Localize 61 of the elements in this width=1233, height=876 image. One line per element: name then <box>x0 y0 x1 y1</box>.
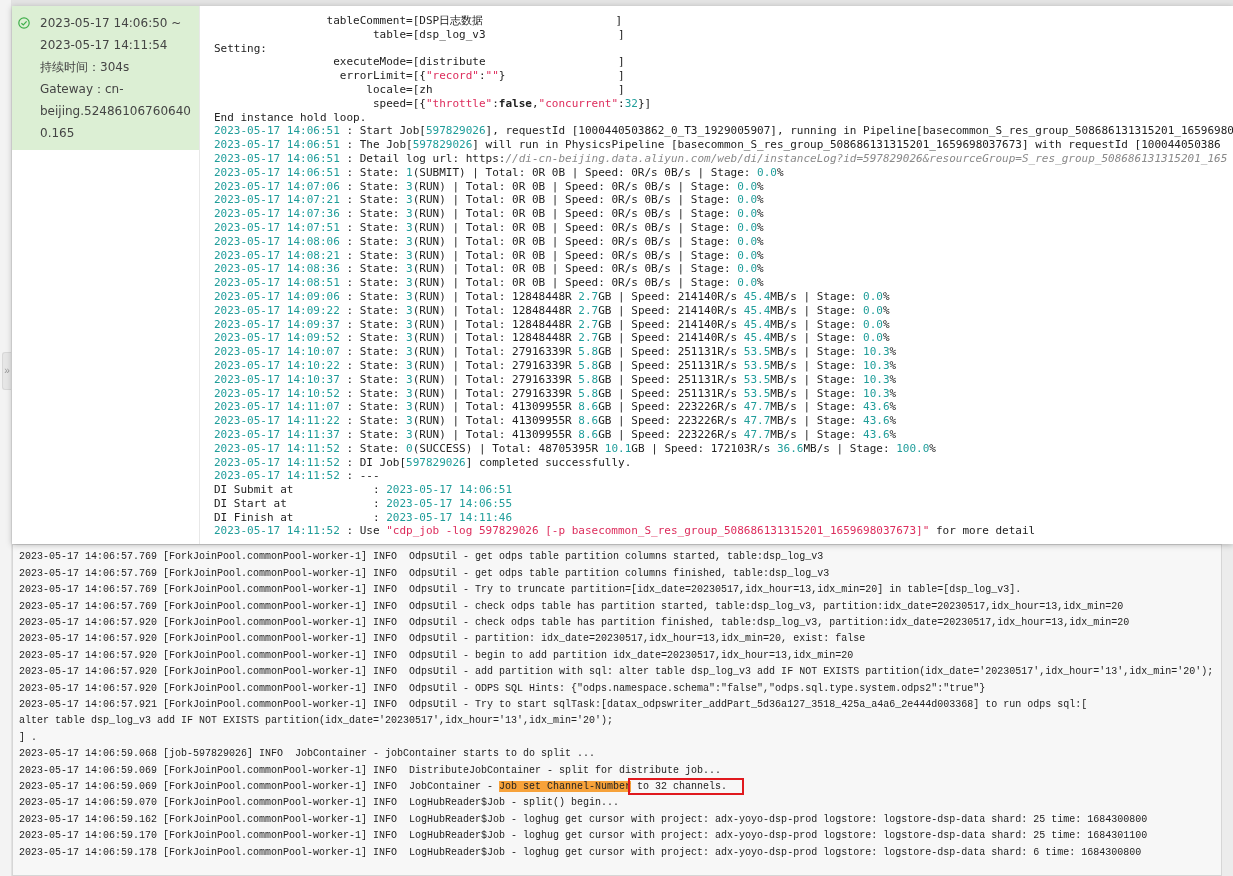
log-line: 2023-05-17 14:06:57.920 [ForkJoinPool.commonPool-worker-1] INFO OdpsUtil - ODPS SQL Hints: {"odps.namespace.schema":"false","odps.sql.type.system.odps2":"true"} <box>19 681 986 696</box>
log-line: 2023-05-17 14:06:57.920 [ForkJoinPool.commonPool-worker-1] INFO OdpsUtil - check odps table has partition finished, table:dsp_log_v3, partition:idx_date=20230517,idx_hour=13,idx_min=20 <box>19 615 1130 630</box>
log-line: DI Finish at : 2023-05-17 14:11:46 <box>214 510 513 525</box>
log-line: 2023-05-17 14:06:59.068 [job-597829026] INFO JobContainer - jobContainer starts to do split ... <box>19 747 596 762</box>
log-line: 2023-05-17 14:06:57.769 [ForkJoinPool.commonPool-worker-1] INFO OdpsUtil - get odps table partition columns finished, table:dsp_log_v3 <box>19 566 830 581</box>
log-line: End instance hold loop. <box>214 110 367 125</box>
log-line: 2023-05-17 14:06:59.069 [ForkJoinPool.commonPool-worker-1] INFO JobContainer - Job set Channel-Number to 32 channels. <box>19 778 742 796</box>
log-line: 2023-05-17 14:06:51 : Detail log url: https://di-cn-beijing.data.aliyun.com/web/di/instanceLog?id=597829026&resourceGroup=S_res_group_508686131315201_165 <box>214 151 1228 166</box>
log-line: 2023-05-17 14:10:22 : State: 3(RUN) | Total: 27916339R 5.8GB | Speed: 251131R/s 53.5MB/s | Stage: 10.3% <box>214 358 897 373</box>
log-line: alter table dsp_log_v3 add IF NOT EXISTS partition(idx_date='20230517',idx_hour='13',idx_min='20'); <box>19 714 614 729</box>
run-card[interactable]: 2023-05-17 14:06:50 ~ 2023-05-17 14:11:54 持续时间：304s Gateway：cn-beijing.524861067606400.165 <box>12 6 199 150</box>
log-line: 2023-05-17 14:06:57.769 [ForkJoinPool.commonPool-worker-1] INFO OdpsUtil - get odps table partition columns started, table:dsp_log_v3 <box>19 550 824 565</box>
log-line: 2023-05-17 14:06:59.070 [ForkJoinPool.commonPool-worker-1] INFO LogHubReader$Job - split() begin... <box>19 796 620 811</box>
log-line: locale=[zh ] <box>365 83 625 97</box>
log-line: ] . <box>19 730 37 745</box>
log-line: speed=[{"throttle":false,"concurrent":32}] <box>371 96 652 111</box>
log-line: 2023-05-17 14:06:51 : State: 1(SUBMIT) | Total: 0R 0B | Speed: 0R/s 0B/s | Stage: 0.0% <box>214 165 784 180</box>
log-line: 2023-05-17 14:06:59.170 [ForkJoinPool.commonPool-worker-1] INFO LogHubReader$Job - loghug get cursor with project: adx-yoyo-dsp-prod logstore: logstore-dsp-data shard: 25 time: 1684301100 <box>19 829 1148 844</box>
log-line: 2023-05-17 14:08:21 : State: 3(RUN) | Total: 0R 0B | Speed: 0R/s 0B/s | Stage: 0.0% <box>214 248 764 263</box>
log-line: 2023-05-17 14:10:52 : State: 3(RUN) | Total: 27916339R 5.8GB | Speed: 251131R/s 53.5MB/s | Stage: 10.3% <box>214 386 897 401</box>
log-line: 2023-05-17 14:07:36 : State: 3(RUN) | Total: 0R 0B | Speed: 0R/s 0B/s | Stage: 0.0% <box>214 207 764 221</box>
log-line: executeMode=[distribute ] <box>332 55 625 70</box>
log-line: 2023-05-17 14:06:57.769 [ForkJoinPool.commonPool-worker-1] INFO OdpsUtil - check odps table has partition started, table:dsp_log_v3, partition:idx_date=20230517,idx_hour=13,idx_min=20 <box>19 599 1124 614</box>
log-line: DI Submit at : 2023-05-17 14:06:51 <box>214 483 513 497</box>
log-line: 2023-05-17 14:07:21 : State: 3(RUN) | Total: 0R 0B | Speed: 0R/s 0B/s | Stage: 0.0% <box>214 193 764 208</box>
log-line: 2023-05-17 14:08:51 : State: 3(RUN) | Total: 0R 0B | Speed: 0R/s 0B/s | Stage: 0.0% <box>214 276 764 290</box>
log-line: 2023-05-17 14:08:06 : State: 3(RUN) | Total: 0R 0B | Speed: 0R/s 0B/s | Stage: 0.0% <box>214 234 764 249</box>
log-line: 2023-05-17 14:09:22 : State: 3(RUN) | Total: 12848448R 2.7GB | Speed: 214140R/s 45.4MB/s | Stage: 0.0% <box>214 303 890 318</box>
log-line: 2023-05-17 14:11:52 : State: 0(SUCCESS) | Total: 48705395R 10.1GB | Speed: 172103R/s 36.6MB/s | Stage: 100.0% <box>214 441 936 456</box>
log-line: 2023-05-17 14:06:57.920 [ForkJoinPool.commonPool-worker-1] INFO OdpsUtil - begin to add partition idx_date=20230517,idx_hour=13,idx_min=20 <box>19 648 854 663</box>
log-line: 2023-05-17 14:09:52 : State: 3(RUN) | Total: 12848448R 2.7GB | Speed: 214140R/s 45.4MB/s | Stage: 0.0% <box>214 331 890 346</box>
log-line: 2023-05-17 14:10:07 : State: 3(RUN) | Total: 27916339R 5.8GB | Speed: 251131R/s 53.5MB/s | Stage: 10.3% <box>214 345 897 359</box>
log-line: 2023-05-17 14:07:06 : State: 3(RUN) | Total: 0R 0B | Speed: 0R/s 0B/s | Stage: 0.0% <box>214 179 764 194</box>
gateway: Gateway：cn-beijing.524861067606400.165 <box>40 81 192 142</box>
log-line: table=[dsp_log_v3 ] <box>371 27 625 42</box>
log-line: 2023-05-17 14:06:51 : Start Job[597829026], requestId [1000440503862_0_T3_1929005907], running in Pipeline[basecommon_S_res_group_508686131315201_16596980 <box>214 124 1233 139</box>
log-line: 2023-05-17 14:11:07 : State: 3(RUN) | Total: 41309955R 8.6GB | Speed: 223226R/s 47.7MB/s | Stage: 43.6% <box>214 400 897 415</box>
log-line: 2023-05-17 14:11:52 : DI Job[597829026] completed successfully. <box>214 455 632 470</box>
log-line: 2023-05-17 14:09:06 : State: 3(RUN) | Total: 12848448R 2.7GB | Speed: 214140R/s 45.4MB/s | Stage: 0.0% <box>214 289 890 304</box>
log-line: DI Start at : 2023-05-17 14:06:55 <box>214 496 513 511</box>
log-line: 2023-05-17 14:06:57.769 [ForkJoinPool.commonPool-worker-1] INFO OdpsUtil - Try to truncate partition=[idx_date=20230517,idx_hour=13,idx_min=20] in table=[dsp_log_v3]. <box>19 583 1022 598</box>
log-line: 2023-05-17 14:06:57.920 [ForkJoinPool.commonPool-worker-1] INFO OdpsUtil - partition: idx_date=20230517,idx_hour=13,idx_min=20, exist: false <box>19 632 866 647</box>
log-line: 2023-05-17 14:06:59.162 [ForkJoinPool.commonPool-worker-1] INFO LogHubReader$Job - loghug get cursor with project: adx-yoyo-dsp-prod logstore: logstore-dsp-data shard: 25 time: 1684300800 <box>19 812 1148 827</box>
log-line: errorLimit=[{"record":""} ] <box>338 69 625 83</box>
duration: 持续时间：304s <box>40 59 131 76</box>
log-line: tableComment=[DSP日志数据 ] <box>325 14 623 28</box>
time-range: 2023-05-17 14:06:50 ~ 2023-05-17 14:11:54 <box>40 15 183 54</box>
log-line: 2023-05-17 14:07:51 : State: 3(RUN) | Total: 0R 0B | Speed: 0R/s 0B/s | Stage: 0.0% <box>214 220 764 235</box>
log-line: 2023-05-17 14:06:57.921 [ForkJoinPool.commonPool-worker-1] INFO OdpsUtil - Try to start sqlTask:[datax_odpswriter_addPart_5d36a127_3518_425a_a4a6_2e444d003368] to run odps sql:[ <box>19 697 1088 712</box>
log-line: 2023-05-17 14:09:37 : State: 3(RUN) | Total: 12848448R 2.7GB | Speed: 214140R/s 45.4MB/s | Stage: 0.0% <box>214 317 890 332</box>
log-line: 2023-05-17 14:11:52 : --- <box>214 469 380 484</box>
log-line: Setting: <box>214 41 267 56</box>
log-line: 2023-05-17 14:06:51 : The Job[597829026] will run in PhysicsPipeline [basecommon_S_res_group_508686131315201_1659698037673] with requestId [100044050386 <box>214 138 1221 152</box>
log-line: 2023-05-17 14:06:59.069 [ForkJoinPool.commonPool-worker-1] INFO DistributeJobContainer - split for distribute job... <box>19 763 722 778</box>
log-line: 2023-05-17 14:11:37 : State: 3(RUN) | Total: 41309955R 8.6GB | Speed: 223226R/s 47.7MB/s | Stage: 43.6% <box>214 427 897 442</box>
log-line: 2023-05-17 14:11:52 : Use "cdp_job -log 597829026 [-p basecommon_S_res_group_508686131315201_1659698037673]" for more detail <box>214 524 1036 539</box>
log-line: 2023-05-17 14:11:22 : State: 3(RUN) | Total: 41309955R 8.6GB | Speed: 223226R/s 47.7MB/s | Stage: 43.6% <box>214 414 897 428</box>
log-line: 2023-05-17 14:08:36 : State: 3(RUN) | Total: 0R 0B | Speed: 0R/s 0B/s | Stage: 0.0% <box>214 262 764 277</box>
log-line: 2023-05-17 14:10:37 : State: 3(RUN) | Total: 27916339R 5.8GB | Speed: 251131R/s 53.5MB/s | Stage: 10.3% <box>214 372 897 387</box>
log-line: 2023-05-17 14:06:59.178 [ForkJoinPool.commonPool-worker-1] INFO LogHubReader$Job - loghug get cursor with project: adx-yoyo-dsp-prod logstore: logstore-dsp-data shard: 6 time: 1684300800 <box>19 845 1142 860</box>
log-line: 2023-05-17 14:06:57.920 [ForkJoinPool.commonPool-worker-1] INFO OdpsUtil - add partition with sql: alter table dsp_log_v3 add IF NOT EXISTS partition(idx_date='20230517',idx_hour='13',idx_min='20'); <box>19 665 1214 680</box>
